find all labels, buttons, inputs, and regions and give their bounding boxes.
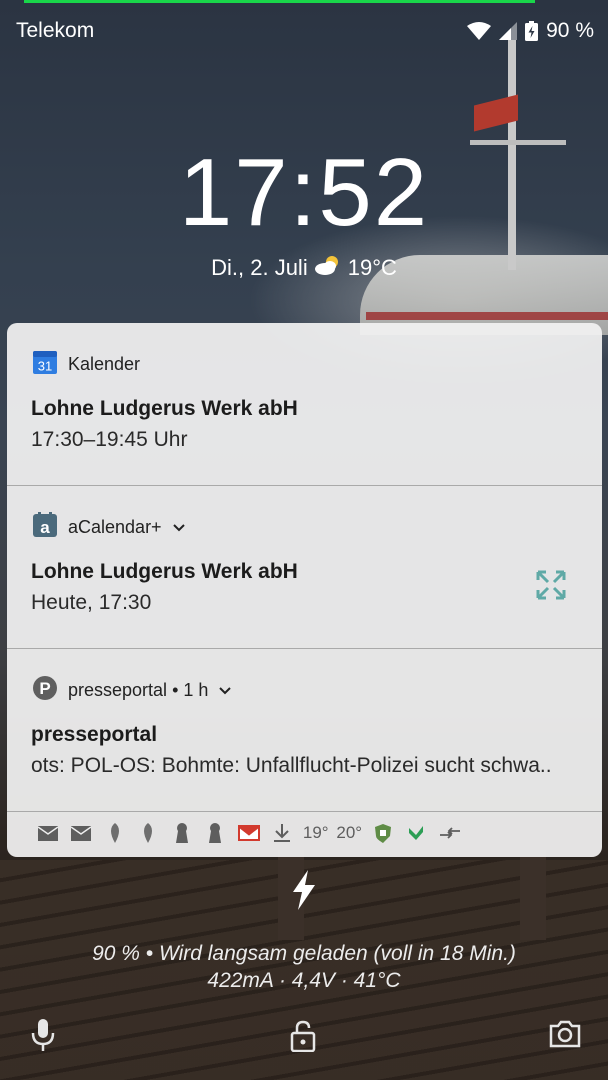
- notification-header: P presseportal • 1 h: [32, 675, 232, 706]
- leaf-icon: [98, 821, 132, 845]
- notification-overflow-icons[interactable]: 19° 20°: [31, 821, 467, 845]
- notification-kalender[interactable]: 31 Kalender Lohne Ludgerus Werk abH 17:3…: [7, 323, 602, 485]
- google-calendar-icon: 31: [32, 349, 58, 380]
- partly-cloudy-icon: [314, 254, 342, 282]
- notification-title: Lohne Ludgerus Werk abH: [31, 560, 298, 583]
- background-post: [520, 850, 546, 940]
- weather-temp-20: 20°: [336, 823, 363, 842]
- microphone-icon[interactable]: [31, 1018, 55, 1057]
- notification-text: 17:30–19:45 Uhr: [31, 428, 188, 451]
- unlock-icon[interactable]: [290, 1020, 316, 1057]
- clock: 17:52: [178, 139, 430, 246]
- keyhole-icon: [165, 821, 199, 845]
- swap-arrows-icon: [433, 821, 467, 845]
- mail-icon: [31, 821, 65, 845]
- notification-shade: 31 Kalender Lohne Ludgerus Werk abH 17:3…: [7, 323, 602, 857]
- status-icons: 90 %: [467, 19, 594, 43]
- notification-acalendar[interactable]: a aCalendar+ Lohne Ludgerus Werk abH Heu…: [7, 486, 602, 648]
- notification-text: ots: POL-OS: Bohmte: Unfallflucht-Polize…: [31, 754, 552, 777]
- acalendar-icon: a: [32, 512, 58, 543]
- chevron-down-icon[interactable]: [218, 680, 232, 701]
- charging-details: 422mA · 4,4V · 41°C: [207, 969, 401, 992]
- charging-bolt-icon: [290, 870, 318, 915]
- gmail-icon: [232, 821, 266, 845]
- notification-presseportal[interactable]: P presseportal • 1 h presseportal ots: P…: [7, 649, 602, 811]
- app-name: Kalender: [68, 354, 141, 374]
- presseportal-icon: P: [32, 675, 58, 706]
- download-icon: [266, 821, 300, 845]
- date: Di., 2. Juli: [211, 255, 308, 280]
- feedly-icon: [400, 821, 434, 845]
- notification-header: a aCalendar+: [32, 512, 186, 543]
- temperature: 19°C: [347, 255, 397, 280]
- notification-text: Heute, 17:30: [31, 591, 152, 614]
- svg-text:a: a: [40, 518, 50, 537]
- charging-info: 90 % • Wird langsam geladen (voll in 18 …: [0, 940, 608, 994]
- cell-signal-icon: [499, 22, 518, 40]
- chevron-down-icon[interactable]: [172, 517, 186, 538]
- notification-title: presseportal: [31, 723, 158, 746]
- carrier-name: Telekom: [16, 19, 95, 42]
- wifi-icon: [467, 22, 492, 40]
- status-bar: Telekom 90 %: [0, 0, 608, 60]
- mail-icon: [65, 821, 99, 845]
- app-name: presseportal • 1 h: [68, 680, 209, 700]
- svg-text:P: P: [39, 679, 50, 698]
- background-ship-stripe: [366, 312, 608, 320]
- date-weather-row[interactable]: Di., 2. Juli 19°C: [0, 254, 608, 282]
- notification-title: Lohne Ludgerus Werk abH: [31, 397, 298, 420]
- keyhole-icon: [199, 821, 233, 845]
- battery-charging-icon: [525, 21, 539, 41]
- app-name: aCalendar+: [68, 517, 162, 537]
- battery-percent: 90 %: [546, 19, 594, 42]
- charging-status: 90 % • Wird langsam geladen (voll in 18 …: [92, 942, 516, 965]
- divider: [7, 811, 602, 812]
- notification-time: • 1 h: [167, 680, 209, 700]
- notification-header: 31 Kalender: [32, 349, 140, 380]
- shield-icon: [366, 821, 400, 845]
- camera-icon[interactable]: [549, 1020, 581, 1053]
- leaf-icon: [132, 821, 166, 845]
- svg-text:31: 31: [38, 359, 52, 374]
- weather-temp-19: 19°: [302, 823, 329, 842]
- exchange-icon: [536, 570, 566, 605]
